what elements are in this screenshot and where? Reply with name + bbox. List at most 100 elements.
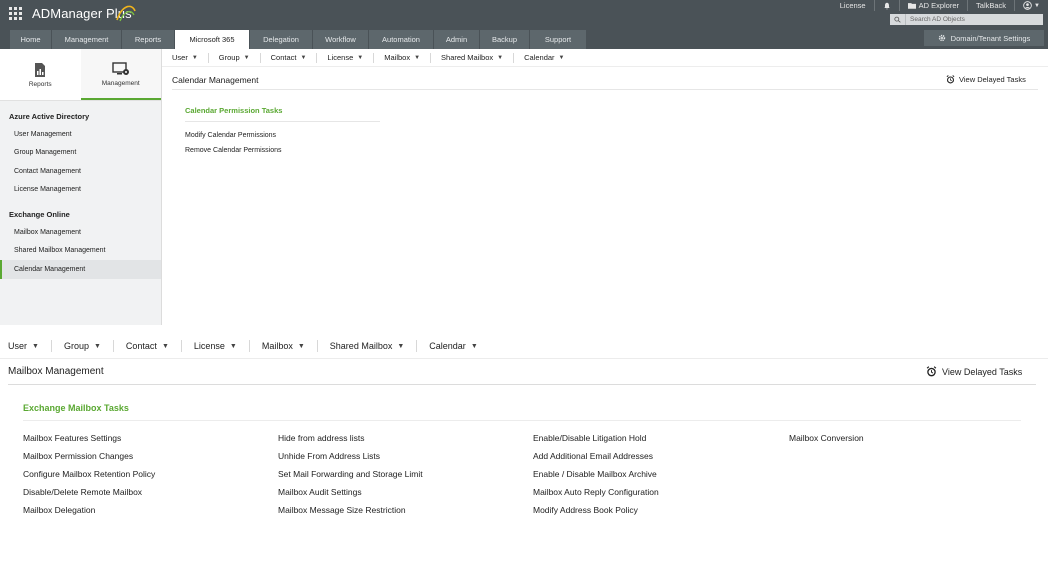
caret-down-icon: ▼ <box>191 54 198 61</box>
search-input[interactable]: Search AD Objects <box>890 14 1043 25</box>
caret-down-icon: ▼ <box>297 342 305 350</box>
section-divider <box>23 420 1021 421</box>
tab-workflow[interactable]: Workflow <box>313 30 368 49</box>
page-title: Calendar Management <box>172 75 259 85</box>
task-link[interactable]: Modify Address Book Policy <box>533 505 659 523</box>
caret-down-icon: ▼ <box>357 54 364 61</box>
subnav-mailbox[interactable]: Mailbox ▼ <box>373 52 430 63</box>
caret-down-icon: ▼ <box>414 54 421 61</box>
task-link[interactable]: Hide from address lists <box>278 433 423 451</box>
app-grid-icon[interactable] <box>9 6 23 21</box>
subnav-calendar[interactable]: Calendar ▼ <box>513 52 574 63</box>
sidebar-reports-toggle[interactable]: Reports <box>0 49 81 100</box>
domain-tenant-settings-button[interactable]: Domain/Tenant Settings <box>924 30 1044 46</box>
sidebar-item-shared-mailbox-management[interactable]: Shared Mailbox Management <box>0 242 161 261</box>
sidebar-item-contact-management[interactable]: Contact Management <box>0 162 161 181</box>
sidebar-item-mailbox-management[interactable]: Mailbox Management <box>0 223 161 242</box>
task-link[interactable]: Add Additional Email Addresses <box>533 451 659 469</box>
ad-explorer-label: AD Explorer <box>918 1 960 10</box>
sidebar-item-calendar-management[interactable]: Calendar Management <box>0 260 161 279</box>
subnav-license[interactable]: License ▼ <box>180 340 249 352</box>
task-link[interactable]: Set Mail Forwarding and Storage Limit <box>278 469 423 487</box>
sidebar-item-user-management[interactable]: User Management <box>0 125 161 144</box>
notifications-icon[interactable] <box>873 0 899 11</box>
subnav-group[interactable]: Group ▼ <box>207 52 260 63</box>
sidebar-item-license-management[interactable]: License Management <box>0 181 161 200</box>
subnav-divider <box>0 358 1048 359</box>
task-link[interactable]: Mailbox Message Size Restriction <box>278 505 423 523</box>
folder-icon <box>907 3 916 9</box>
task-link[interactable]: Mailbox Features Settings <box>23 433 155 451</box>
view-delayed-tasks-label: View Delayed Tasks <box>942 366 1023 377</box>
task-link[interactable]: Configure Mailbox Retention Policy <box>23 469 155 487</box>
tab-automation[interactable]: Automation <box>369 30 433 49</box>
caret-down-icon: ▼ <box>397 342 405 350</box>
tab-home[interactable]: Home <box>10 30 51 49</box>
task-link[interactable]: Unhide From Address Lists <box>278 451 423 469</box>
caret-down-icon: ▼ <box>497 54 504 61</box>
subnav-shared-mailbox[interactable]: Shared Mailbox ▼ <box>316 340 416 352</box>
alarm-clock-icon <box>926 366 937 377</box>
caret-down-icon: ▼ <box>470 342 478 350</box>
task-link[interactable]: Mailbox Auto Reply Configuration <box>533 487 659 505</box>
task-link[interactable]: Enable/Disable Litigation Hold <box>533 433 659 451</box>
brand-arc-icon <box>116 5 136 22</box>
sidebar-management-toggle[interactable]: Management <box>80 49 161 100</box>
subnav-contact[interactable]: Contact ▼ <box>259 52 317 63</box>
user-menu[interactable]: ▼ <box>1014 0 1048 11</box>
tab-microsoft-365[interactable]: Microsoft 365 <box>175 30 249 49</box>
tab-reports[interactable]: Reports <box>122 30 174 49</box>
section-divider <box>185 121 380 122</box>
subnav-contact-label: Contact <box>125 341 157 351</box>
subnav-shared-mailbox[interactable]: Shared Mailbox ▼ <box>430 52 513 63</box>
management-icon <box>112 61 129 75</box>
talkback-link[interactable]: TalkBack <box>967 0 1014 11</box>
subnav-mailbox[interactable]: Mailbox ▼ <box>248 340 317 352</box>
search-placeholder: Search AD Objects <box>910 16 965 23</box>
view-delayed-tasks-link[interactable]: View Delayed Tasks <box>946 75 1026 84</box>
tab-management[interactable]: Management <box>52 30 121 49</box>
subnav-license-label: License <box>193 341 225 351</box>
license-link[interactable]: License <box>832 0 874 11</box>
task-link[interactable]: Mailbox Conversion <box>789 433 864 451</box>
task-column: Mailbox Features Settings Mailbox Permis… <box>23 433 155 523</box>
task-link[interactable]: Mailbox Delegation <box>23 505 155 523</box>
subnav-group-label: Group <box>63 341 89 351</box>
subnav-user[interactable]: User ▼ <box>162 53 208 63</box>
subnav-user-label: User <box>8 341 28 351</box>
subnav-user[interactable]: User ▼ <box>0 340 51 352</box>
tab-backup[interactable]: Backup <box>480 30 529 49</box>
title-divider <box>172 89 1038 90</box>
tab-delegation[interactable]: Delegation <box>250 30 312 49</box>
tab-support[interactable]: Support <box>530 30 586 49</box>
subnav-shared-mailbox-label: Shared Mailbox <box>441 53 494 62</box>
caret-down-icon: ▼ <box>32 342 39 350</box>
subnav-license[interactable]: License ▼ <box>316 52 373 63</box>
subnav-calendar-label: Calendar <box>524 53 555 62</box>
task-link[interactable]: Modify Calendar Permissions <box>185 132 276 139</box>
subnav-group[interactable]: Group ▼ <box>50 340 113 352</box>
top-bar: ADManager Plus License AD Explorer TalkB… <box>0 0 1048 49</box>
subnav-calendar-label: Calendar <box>429 341 466 351</box>
task-link[interactable]: Mailbox Permission Changes <box>23 451 155 469</box>
task-link[interactable]: Disable/Delete Remote Mailbox <box>23 487 155 505</box>
title-divider <box>8 384 1036 385</box>
sidebar-item-group-management[interactable]: Group Management <box>0 144 161 163</box>
task-link[interactable]: Enable / Disable Mailbox Archive <box>533 469 659 487</box>
subnav-contact-label: Contact <box>270 53 297 62</box>
gear-icon <box>938 34 945 42</box>
settings-button-label: Domain/Tenant Settings <box>950 33 1031 43</box>
section-title: Calendar Permission Tasks <box>185 106 283 115</box>
main-tabs: Home Management Reports Microsoft 365 De… <box>10 30 587 49</box>
task-link[interactable]: Mailbox Audit Settings <box>278 487 423 505</box>
management-toggle-label: Management <box>101 79 140 87</box>
caret-down-icon: ▼ <box>243 54 250 61</box>
view-delayed-tasks-link[interactable]: View Delayed Tasks <box>926 366 1022 377</box>
subnav-user-label: User <box>172 53 188 62</box>
tab-admin[interactable]: Admin <box>434 30 479 49</box>
subnav-calendar[interactable]: Calendar ▼ <box>416 340 489 352</box>
ad-explorer-link[interactable]: AD Explorer <box>898 0 967 11</box>
subnav-contact[interactable]: Contact ▼ <box>112 340 181 352</box>
task-link[interactable]: Remove Calendar Permissions <box>185 147 281 154</box>
logo[interactable]: ADManager Plus <box>9 5 136 22</box>
